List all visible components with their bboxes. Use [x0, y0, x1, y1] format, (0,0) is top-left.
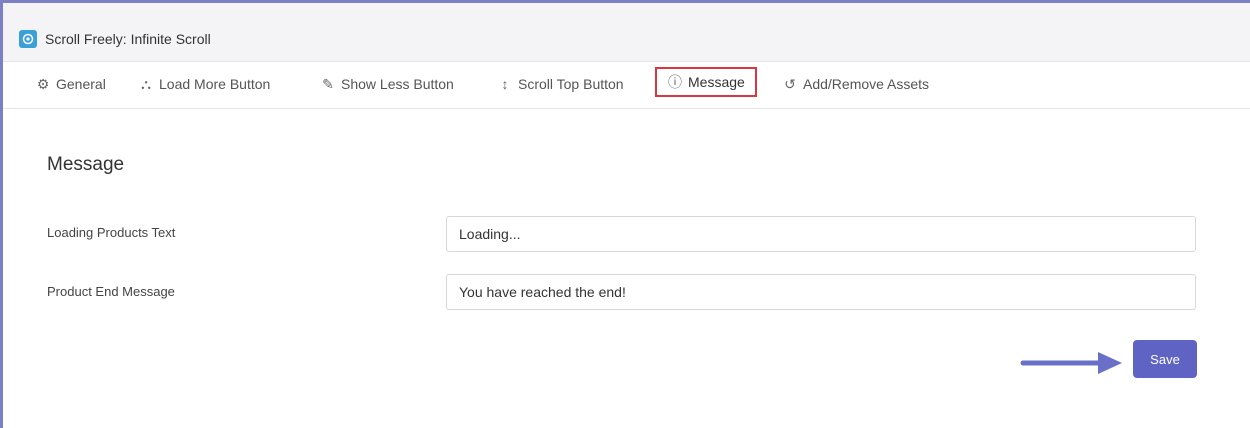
section-title: Message — [47, 154, 125, 175]
undo-icon: ↺ — [784, 75, 796, 92]
load-more-icon: ⛬ — [141, 75, 151, 92]
tab-label: General — [56, 76, 106, 92]
save-button[interactable]: Save — [1133, 340, 1197, 378]
tab-add-remove-assets[interactable]: ↺ Add/Remove Assets — [782, 71, 929, 97]
info-circle-icon: ⓘ — [668, 74, 682, 90]
tab-label: Show Less Button — [341, 76, 454, 92]
tab-general[interactable]: ⚙ General — [35, 71, 106, 97]
tab-load-more-button[interactable]: ⛬ Load More Button — [138, 71, 270, 97]
app-logo-icon — [19, 30, 37, 48]
pointer-arrow-icon — [1020, 352, 1122, 374]
updown-arrow-icon: ↕ — [501, 76, 509, 92]
product-end-message-label: Product End Message — [47, 284, 175, 299]
tab-scroll-top-button[interactable]: ↕ Scroll Top Button — [497, 71, 624, 97]
tab-bar: ⚙ General ⛬ Load More Button ✎ Show Less… — [3, 62, 1250, 109]
tab-show-less-button[interactable]: ✎ Show Less Button — [320, 71, 454, 97]
app-title: Scroll Freely: Infinite Scroll — [45, 31, 211, 47]
tab-message[interactable]: ⓘ Message — [655, 67, 757, 97]
tab-label: Load More Button — [159, 76, 271, 92]
product-end-message-input[interactable] — [446, 274, 1196, 310]
gear-icon: ⚙ — [36, 75, 50, 92]
tab-label: Scroll Top Button — [518, 76, 624, 92]
edit-icon: ✎ — [322, 75, 334, 92]
loading-products-text-label: Loading Products Text — [47, 225, 176, 240]
loading-products-text-input[interactable] — [446, 216, 1196, 252]
tab-label: Message — [688, 74, 745, 90]
tab-label: Add/Remove Assets — [803, 76, 930, 92]
title-bar: Scroll Freely: Infinite Scroll — [3, 3, 1250, 62]
